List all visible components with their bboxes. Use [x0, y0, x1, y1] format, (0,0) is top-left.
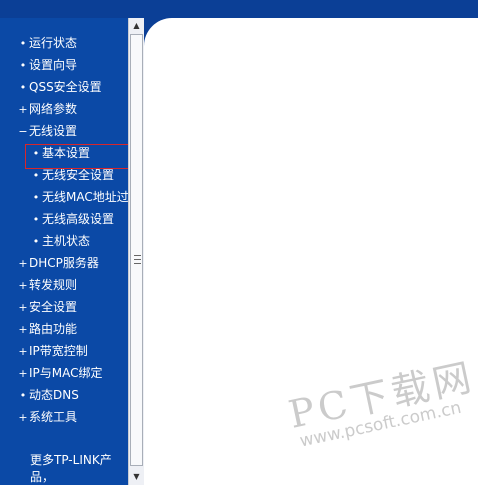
sidebar-item-label: QSS安全设置 — [29, 80, 102, 94]
sidebar-item-label: IP与MAC绑定 — [29, 366, 103, 380]
sidebar-item-label: DHCP服务器 — [29, 256, 99, 270]
scroll-up-arrow[interactable]: ▲ — [129, 19, 144, 33]
more-products-link[interactable]: 更多TP-LINK产品， 请点击查看 >> — [30, 452, 128, 503]
sidebar-item-label: 转发规则 — [29, 278, 78, 292]
sidebar-item-system-tools[interactable]: +系统工具 — [17, 407, 77, 427]
grip-icon — [134, 255, 141, 264]
expand-icon: + — [18, 411, 28, 424]
bullet-icon: • — [32, 235, 40, 248]
sidebar-item-label: 无线安全设置 — [42, 168, 115, 182]
expand-icon: + — [18, 301, 28, 314]
sidebar-item-network[interactable]: +网络参数 — [17, 99, 77, 119]
sidebar-item-ip-mac-binding[interactable]: +IP与MAC绑定 — [17, 363, 103, 383]
bullet-icon: • — [19, 81, 27, 94]
bullet-icon: • — [19, 389, 27, 402]
bullet-icon: • — [19, 37, 27, 50]
bullet-icon: • — [32, 169, 40, 182]
sidebar-item-label: 无线MAC地址过滤 — [42, 190, 141, 204]
sidebar-nav: • 运行状态 • 设置向导 • QSS安全设置 +网络参数 −无线设置 • 基本设置 •… — [0, 18, 141, 501]
sidebar-item-label: 无线设置 — [29, 124, 78, 138]
sidebar-item-label: 设置向导 — [29, 58, 78, 72]
expand-icon: + — [18, 257, 28, 270]
sidebar-item-label: IP带宽控制 — [29, 344, 88, 358]
more-products-line1: 更多TP-LINK产品， — [30, 453, 112, 484]
sidebar-item-run-status[interactable]: • 运行状态 — [17, 33, 77, 53]
sidebar-item-label: 无线高级设置 — [42, 212, 115, 226]
sidebar-item-security[interactable]: +安全设置 — [17, 297, 77, 317]
sidebar-item-label: 系统工具 — [29, 410, 78, 424]
sidebar-item-dhcp[interactable]: +DHCP服务器 — [17, 253, 99, 273]
scroll-down-arrow[interactable]: ▼ — [129, 470, 144, 484]
sidebar-item-setup-wizard[interactable]: • 设置向导 — [17, 55, 77, 75]
sidebar-item-ddns[interactable]: • 动态DNS — [17, 385, 79, 405]
sidebar-item-wireless[interactable]: −无线设置 — [17, 121, 77, 141]
expand-icon: + — [18, 345, 28, 358]
sidebar-item-forwarding[interactable]: +转发规则 — [17, 275, 77, 295]
sidebar-item-label: 运行状态 — [29, 36, 78, 50]
sidebar-item-label: 网络参数 — [29, 102, 78, 116]
sidebar-item-routing[interactable]: +路由功能 — [17, 319, 77, 339]
collapse-icon: − — [18, 125, 28, 138]
sidebar-item-label: 主机状态 — [42, 234, 91, 248]
sidebar-item-label: 动态DNS — [29, 388, 79, 402]
expand-icon: + — [18, 279, 28, 292]
bullet-icon: • — [19, 59, 27, 72]
sidebar-item-wireless-advanced[interactable]: • 无线高级设置 — [30, 209, 114, 229]
selection-highlight — [25, 144, 129, 169]
sidebar-item-label: 安全设置 — [29, 300, 78, 314]
sidebar-item-mac-filter[interactable]: • 无线MAC地址过滤 — [30, 187, 141, 207]
sidebar-item-host-status[interactable]: • 主机状态 — [30, 231, 90, 251]
sidebar-item-qss[interactable]: • QSS安全设置 — [17, 77, 102, 97]
expand-icon: + — [18, 367, 28, 380]
scroll-thumb[interactable] — [130, 34, 143, 466]
more-products-line2: 请点击查看 >> — [30, 487, 114, 501]
expand-icon: + — [18, 323, 28, 336]
sidebar-item-bandwidth[interactable]: +IP带宽控制 — [17, 341, 88, 361]
sidebar-scrollbar[interactable]: ▲ ▼ — [128, 18, 144, 485]
bullet-icon: • — [32, 191, 40, 204]
sidebar-item-label: 路由功能 — [29, 322, 78, 336]
bullet-icon: • — [32, 213, 40, 226]
expand-icon: + — [18, 103, 28, 116]
